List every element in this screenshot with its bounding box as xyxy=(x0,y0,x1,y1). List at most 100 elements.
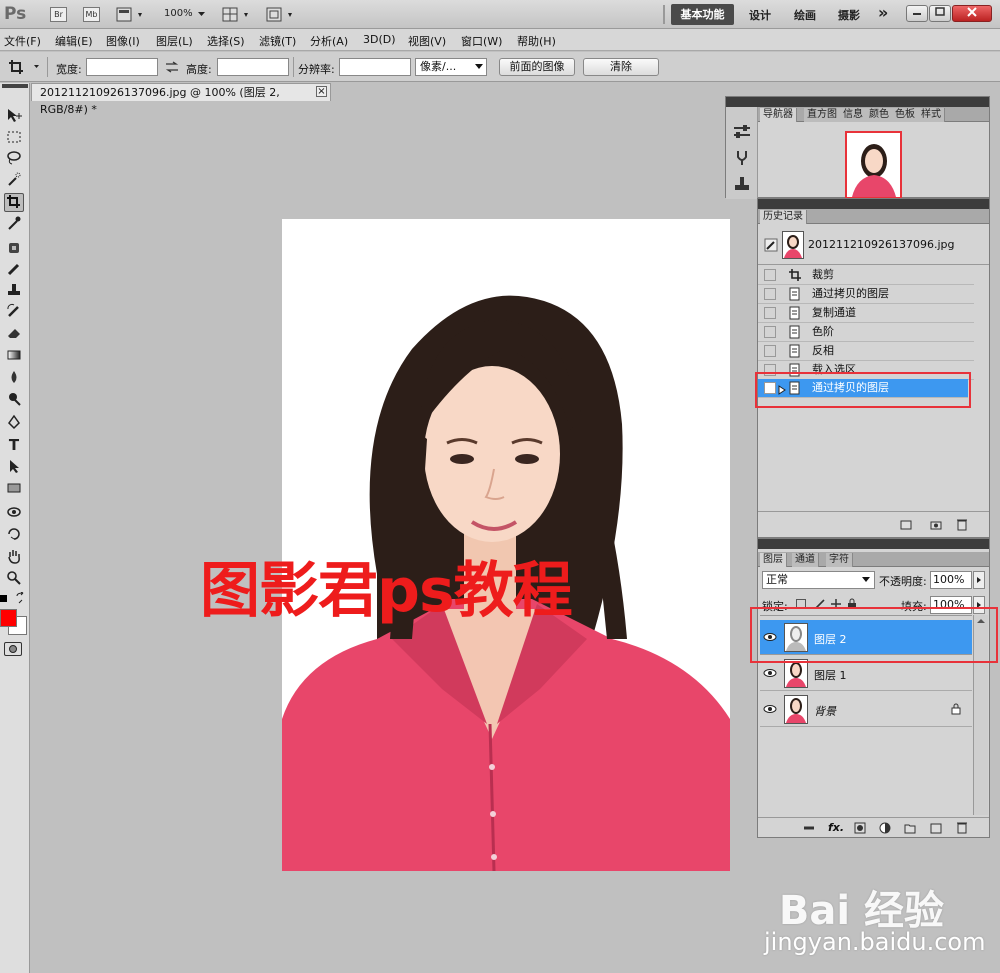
delete-state-icon[interactable] xyxy=(956,518,968,531)
new-layer-icon[interactable] xyxy=(930,822,942,834)
more-workspaces-icon[interactable]: » xyxy=(878,3,888,22)
history-step[interactable]: 反相 xyxy=(758,342,974,361)
new-group-icon[interactable] xyxy=(904,822,916,834)
close-document-icon[interactable]: × xyxy=(316,86,327,97)
tab-layers[interactable]: 图层 xyxy=(760,553,787,567)
workspace-photography[interactable]: 摄影 xyxy=(838,7,860,23)
menu-edit[interactable]: 编辑(E) xyxy=(55,33,93,49)
zoom-level[interactable]: 100% xyxy=(164,8,193,19)
dodge-tool-icon[interactable] xyxy=(4,391,24,410)
minimize-button[interactable] xyxy=(906,5,928,22)
move-tool-icon[interactable] xyxy=(4,107,24,126)
history-step[interactable]: 色阶 xyxy=(758,323,974,342)
zoom-tool-icon[interactable] xyxy=(4,570,24,589)
masks-icon[interactable] xyxy=(732,149,752,167)
menu-filter[interactable]: 滤镜(T) xyxy=(259,33,296,49)
blend-mode-select[interactable]: 正常 xyxy=(762,571,875,589)
menu-select[interactable]: 选择(S) xyxy=(207,33,245,49)
zoom-dropdown-icon[interactable] xyxy=(197,7,207,21)
path-selection-tool-icon[interactable] xyxy=(4,458,24,477)
tab-histogram[interactable]: 直方图 xyxy=(804,108,841,122)
layer-name[interactable]: 图层 1 xyxy=(814,667,847,683)
front-image-button[interactable]: 前面的图像 xyxy=(499,58,575,76)
step-checkbox[interactable] xyxy=(764,345,776,357)
clone-stamp-tool-icon[interactable] xyxy=(4,282,24,301)
tab-info[interactable]: 信息 xyxy=(840,108,867,122)
step-checkbox[interactable] xyxy=(764,326,776,338)
clear-button[interactable]: 清除 xyxy=(583,58,659,76)
width-input[interactable] xyxy=(86,58,158,76)
pen-tool-icon[interactable] xyxy=(4,414,24,433)
3d-orbit-tool-icon[interactable] xyxy=(4,526,24,545)
default-colors-icon[interactable] xyxy=(0,595,7,602)
visibility-eye-icon[interactable] xyxy=(763,666,777,680)
arrange-documents-dropdown[interactable] xyxy=(222,7,252,23)
history-step[interactable]: 裁剪 xyxy=(758,266,974,285)
step-checkbox[interactable] xyxy=(764,269,776,281)
panel-collapse-bar[interactable] xyxy=(726,97,989,107)
lasso-tool-icon[interactable] xyxy=(4,150,24,169)
maximize-button[interactable] xyxy=(929,5,951,22)
swap-dimensions-icon[interactable] xyxy=(165,61,179,73)
resolution-unit-select[interactable]: 像素/... xyxy=(415,58,487,76)
screen-mode-dropdown[interactable] xyxy=(266,7,296,23)
new-document-from-state-icon[interactable] xyxy=(900,519,912,531)
mini-bridge-button[interactable]: Mb xyxy=(83,7,100,22)
add-mask-icon[interactable] xyxy=(854,822,866,834)
tab-swatches[interactable]: 色板 xyxy=(892,108,919,122)
resolution-input[interactable] xyxy=(339,58,411,76)
panel-collapse-bar[interactable] xyxy=(758,199,989,209)
toolbox-header[interactable] xyxy=(2,84,28,88)
delete-layer-icon[interactable] xyxy=(956,821,968,834)
tab-styles[interactable]: 样式 xyxy=(918,108,945,122)
opacity-input[interactable]: 100% xyxy=(930,571,972,589)
layer-row[interactable]: 背景 xyxy=(760,692,972,727)
eraser-tool-icon[interactable] xyxy=(4,325,24,344)
workspace-essentials[interactable]: 基本功能 xyxy=(671,4,734,25)
type-tool-icon[interactable]: T xyxy=(4,436,24,455)
menu-analysis[interactable]: 分析(A) xyxy=(310,33,348,49)
adjustments-icon[interactable] xyxy=(732,123,752,141)
history-step[interactable]: 复制通道 xyxy=(758,304,974,323)
adjustment-layer-icon[interactable] xyxy=(879,822,891,834)
menu-layer[interactable]: 图层(L) xyxy=(156,33,193,49)
rectangle-tool-icon[interactable] xyxy=(4,480,24,499)
tab-color[interactable]: 颜色 xyxy=(866,108,893,122)
link-layers-icon[interactable] xyxy=(802,822,816,834)
workspace-painting[interactable]: 绘画 xyxy=(794,7,816,23)
clone-source-icon[interactable] xyxy=(732,175,752,193)
tab-history[interactable]: 历史记录 xyxy=(760,210,807,224)
tab-navigator[interactable]: 导航器 xyxy=(760,108,797,122)
gradient-tool-icon[interactable] xyxy=(4,347,24,366)
blur-tool-icon[interactable] xyxy=(4,369,24,388)
crop-tool-icon[interactable] xyxy=(4,193,24,212)
crop-tool-preset-icon[interactable] xyxy=(7,58,43,76)
spot-healing-tool-icon[interactable] xyxy=(4,240,24,259)
opacity-slider-button[interactable] xyxy=(973,571,985,589)
layer-style-icon[interactable]: fx. xyxy=(828,821,844,834)
hand-tool-icon[interactable] xyxy=(4,548,24,567)
close-window-button[interactable] xyxy=(952,5,992,22)
tab-character[interactable]: 字符 xyxy=(826,553,853,567)
history-brush-tool-icon[interactable] xyxy=(4,303,24,322)
height-input[interactable] xyxy=(217,58,289,76)
step-checkbox[interactable] xyxy=(764,307,776,319)
history-snapshot-row[interactable]: 201211210926137096.jpg xyxy=(758,225,989,265)
marquee-tool-icon[interactable] xyxy=(4,129,24,148)
foreground-color-swatch[interactable] xyxy=(0,609,17,627)
eyedropper-tool-icon[interactable] xyxy=(4,215,24,234)
step-checkbox[interactable] xyxy=(764,288,776,300)
workspace-design[interactable]: 设计 xyxy=(749,7,771,23)
history-step[interactable]: 通过拷贝的图层 xyxy=(758,285,974,304)
panel-collapse-bar[interactable] xyxy=(758,539,989,549)
menu-file[interactable]: 文件(F) xyxy=(4,33,41,49)
document-tab[interactable]: 201211210926137096.jpg @ 100% (图层 2, RGB… xyxy=(31,83,331,116)
menu-help[interactable]: 帮助(H) xyxy=(517,33,556,49)
layer-name[interactable]: 背景 xyxy=(814,703,836,719)
menu-3d[interactable]: 3D(D) xyxy=(363,33,396,46)
new-snapshot-icon[interactable] xyxy=(930,519,942,531)
visibility-eye-icon[interactable] xyxy=(763,702,777,716)
quick-selection-tool-icon[interactable] xyxy=(4,171,24,190)
menu-window[interactable]: 窗口(W) xyxy=(461,33,502,49)
menu-image[interactable]: 图像(I) xyxy=(106,33,140,49)
